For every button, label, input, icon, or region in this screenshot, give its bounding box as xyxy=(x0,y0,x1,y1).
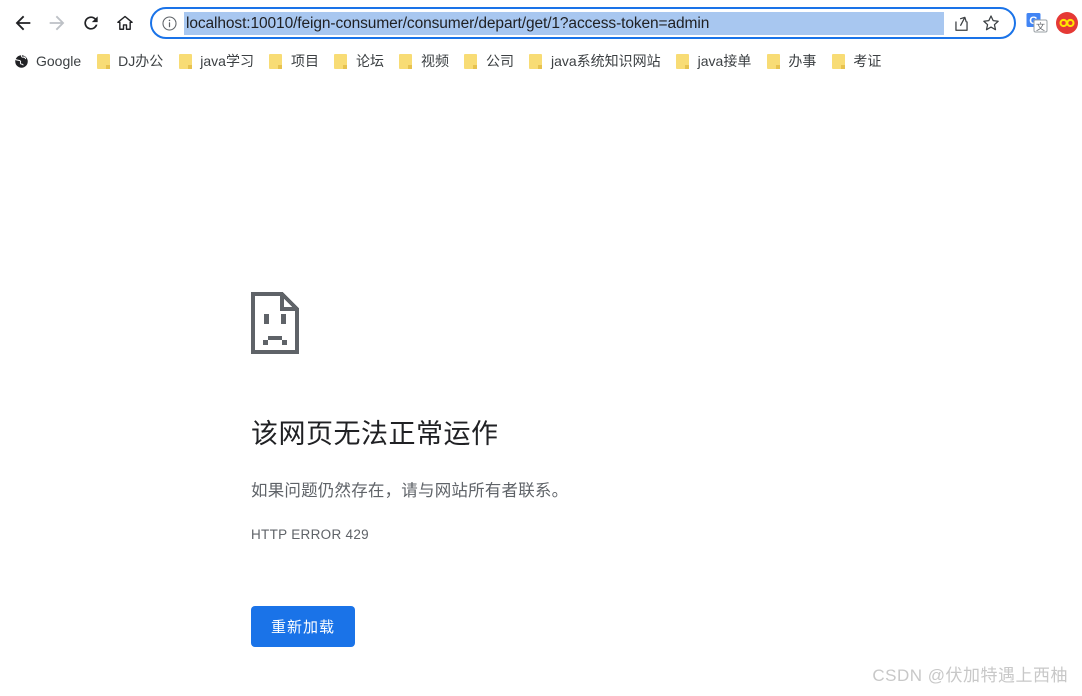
bookmark-star-button[interactable] xyxy=(978,10,1004,36)
google-translate-extension-button[interactable]: G 文 xyxy=(1022,8,1052,38)
folder-icon xyxy=(177,53,193,69)
bookmark-item-company[interactable]: 公司 xyxy=(456,49,521,73)
bookmark-label: 办事 xyxy=(788,53,817,69)
extension-icons: G 文 xyxy=(1022,8,1082,38)
arrow-left-icon xyxy=(15,15,31,31)
share-icon xyxy=(954,16,968,31)
bookmark-label: java接单 xyxy=(697,53,752,69)
bookmark-item-dj-office[interactable]: DJ办公 xyxy=(88,49,170,73)
bookmark-label: 论坛 xyxy=(355,53,384,69)
folder-icon xyxy=(463,53,479,69)
browser-chrome: localhost:10010/feign-consumer/consumer/… xyxy=(0,0,1082,76)
error-code: HTTP ERROR 429 xyxy=(251,527,369,542)
bookmark-item-errands[interactable]: 办事 xyxy=(758,49,823,73)
infinity-extension-button[interactable] xyxy=(1052,8,1082,38)
error-subtitle: 如果问题仍然存在，请与网站所有者联系。 xyxy=(251,482,569,500)
star-icon xyxy=(983,15,999,31)
home-button[interactable] xyxy=(108,6,142,40)
google-translate-icon: G 文 xyxy=(1026,13,1048,33)
bookmark-label: Google xyxy=(36,53,82,69)
back-button[interactable] xyxy=(6,6,40,40)
folder-icon xyxy=(398,53,414,69)
csdn-watermark: CSDN @伏加特遇上西柚 xyxy=(872,666,1068,685)
bookmark-label: java系统知识网站 xyxy=(550,53,661,69)
page-content: 该网页无法正常运作 如果问题仍然存在，请与网站所有者联系。 HTTP ERROR… xyxy=(0,80,1082,696)
info-circle-icon xyxy=(161,15,177,31)
folder-icon xyxy=(830,53,846,69)
bookmarks-bar: Google DJ办公 java学习 项目 论坛 视频 公司 java系统知识网… xyxy=(0,46,1082,76)
share-button[interactable] xyxy=(948,10,974,36)
sad-page-glyph xyxy=(251,292,299,354)
bookmark-label: DJ办公 xyxy=(118,53,164,69)
bookmark-label: 考证 xyxy=(853,53,882,69)
globe-icon xyxy=(13,53,29,69)
bookmark-item-java-study[interactable]: java学习 xyxy=(170,49,261,73)
svg-text:文: 文 xyxy=(1036,21,1045,32)
address-bar[interactable]: localhost:10010/feign-consumer/consumer/… xyxy=(150,7,1016,39)
folder-icon xyxy=(268,53,284,69)
bookmark-label: 公司 xyxy=(485,53,514,69)
folder-icon xyxy=(675,53,691,69)
folder-icon xyxy=(765,53,781,69)
infinity-icon xyxy=(1056,12,1078,34)
bookmark-label: 视频 xyxy=(420,53,449,69)
bookmark-item-projects[interactable]: 项目 xyxy=(261,49,326,73)
bookmark-item-google[interactable]: Google xyxy=(6,49,88,73)
page-title: 该网页无法正常运作 xyxy=(251,419,499,449)
reload-page-button[interactable]: 重新加载 xyxy=(251,606,356,647)
arrow-right-icon xyxy=(49,15,65,31)
bookmark-label: java学习 xyxy=(200,53,254,69)
url-input[interactable]: localhost:10010/feign-consumer/consumer/… xyxy=(184,11,944,35)
reload-icon xyxy=(84,16,98,30)
folder-icon xyxy=(528,53,544,69)
bookmark-item-forum[interactable]: 论坛 xyxy=(326,49,391,73)
forward-button[interactable] xyxy=(40,6,74,40)
site-info-icon[interactable] xyxy=(159,13,179,33)
bookmark-label: 项目 xyxy=(290,53,319,69)
bookmark-item-certification[interactable]: 考证 xyxy=(823,49,888,73)
sad-page-icon xyxy=(251,292,299,354)
folder-icon xyxy=(333,53,349,69)
home-icon xyxy=(117,15,133,30)
reload-button[interactable] xyxy=(74,6,108,40)
error-container: 该网页无法正常运作 如果问题仍然存在，请与网站所有者联系。 HTTP ERROR… xyxy=(251,292,851,647)
browser-toolbar: localhost:10010/feign-consumer/consumer/… xyxy=(0,0,1082,46)
bookmark-item-java-freelance[interactable]: java接单 xyxy=(668,49,759,73)
bookmark-item-java-knowledge-sites[interactable]: java系统知识网站 xyxy=(521,49,668,73)
globe-glyph xyxy=(14,54,28,68)
folder-icon xyxy=(95,53,111,69)
bookmark-item-video[interactable]: 视频 xyxy=(391,49,456,73)
